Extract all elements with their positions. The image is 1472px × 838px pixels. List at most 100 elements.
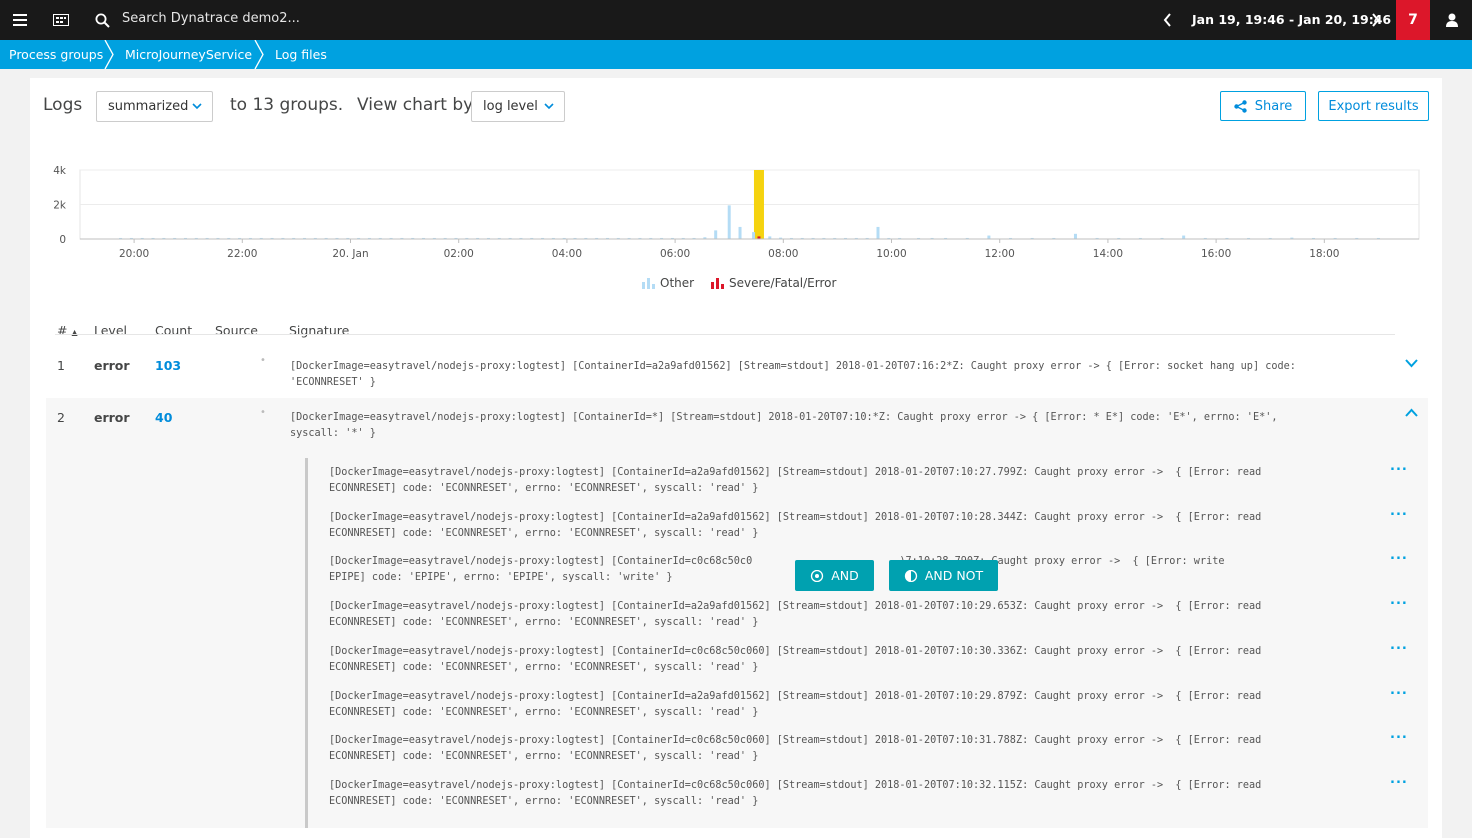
search-icon xyxy=(93,0,111,40)
log-entry[interactable]: [DockerImage=easytravel/nodejs-proxy:log… xyxy=(329,778,1369,810)
and-not-filter-button[interactable]: AND NOT xyxy=(889,560,998,591)
and-filter-button[interactable]: AND xyxy=(795,560,874,591)
row-count-link[interactable]: 40 xyxy=(155,410,172,425)
problems-badge[interactable]: 7 xyxy=(1396,0,1430,40)
logs-label: Logs xyxy=(43,95,83,115)
menu-icon[interactable] xyxy=(10,0,30,40)
highlight-bar[interactable] xyxy=(753,170,764,239)
bar-other[interactable] xyxy=(738,226,742,239)
eye-off-icon xyxy=(904,569,917,582)
row-level: error xyxy=(94,358,130,373)
bar-other[interactable] xyxy=(876,226,880,239)
bar-chart-icon xyxy=(711,277,724,289)
and-label: AND xyxy=(831,568,859,583)
log-entry-line: ECONNRESET] code: 'ECONNRESET', errno: '… xyxy=(329,617,759,629)
x-tick-label: 20:00 xyxy=(119,248,149,260)
log-entry[interactable]: [DockerImage=easytravel/nodejs-proxy:log… xyxy=(329,689,1369,721)
log-entry-line: [DockerImage=easytravel/nodejs-proxy:log… xyxy=(329,735,1262,747)
bar-other[interactable] xyxy=(752,232,756,239)
legend-other[interactable]: Other xyxy=(642,276,694,290)
search-input[interactable]: Search Dynatrace demo2... xyxy=(122,11,300,26)
log-entry-line: ECONNRESET] code: 'ECONNRESET', errno: '… xyxy=(329,706,759,718)
col-header-count[interactable]: Count xyxy=(155,323,192,338)
x-tick-label: 02:00 xyxy=(444,248,474,260)
x-tick-label: 18:00 xyxy=(1309,248,1339,260)
bar-other[interactable] xyxy=(714,230,718,239)
signature-line: [DockerImage=easytravel/nodejs-proxy:log… xyxy=(290,412,1278,423)
more-options-icon[interactable]: ... xyxy=(1390,772,1408,787)
log-entry[interactable]: [DockerImage=easytravel/nodejs-proxy:log… xyxy=(329,644,1369,676)
log-entry[interactable]: [DockerImage=easytravel/nodejs-proxy:log… xyxy=(329,599,1369,631)
view-by-label: View chart by xyxy=(357,95,474,115)
header-divider xyxy=(55,334,1395,335)
col-header-level[interactable]: Level xyxy=(94,323,127,338)
col-header-source[interactable]: Source xyxy=(215,323,258,338)
expand-chevron-icon[interactable] xyxy=(1405,359,1418,368)
bar-other[interactable] xyxy=(1073,233,1077,239)
more-options-icon[interactable]: ... xyxy=(1390,727,1408,742)
eye-icon xyxy=(811,569,824,582)
legend-label: Other xyxy=(660,276,695,290)
log-entry-line: [DockerImage=easytravel/nodejs-proxy:log… xyxy=(329,690,1262,702)
col-header-signature[interactable]: Signature xyxy=(289,323,349,338)
bar-other[interactable] xyxy=(1182,235,1186,239)
log-entry-line: ECONNRESET] code: 'ECONNRESET', errno: '… xyxy=(329,483,759,494)
log-entry-line: [DockerImage=easytravel/nodejs-proxy:log… xyxy=(329,601,1262,613)
chevron-down-icon xyxy=(544,103,554,110)
more-options-icon[interactable]: ... xyxy=(1390,548,1408,563)
log-entry-line: ECONNRESET] code: 'ECONNRESET', errno: '… xyxy=(329,661,759,673)
chevron-down-icon xyxy=(192,103,202,110)
chevron-right-icon[interactable] xyxy=(1367,0,1383,40)
export-results-button[interactable]: Export results xyxy=(1318,91,1429,121)
col-header-num[interactable]: # ▲ xyxy=(57,323,78,338)
log-entry-line: [DockerImage=easytravel/nodejs-proxy:log… xyxy=(329,779,1262,791)
user-icon[interactable] xyxy=(1442,0,1462,40)
more-options-icon[interactable]: ... xyxy=(1390,683,1408,698)
export-label: Export results xyxy=(1328,98,1419,114)
legend-severe[interactable]: Severe/Fatal/Error xyxy=(711,276,836,290)
breadcrumb-microjourneyservice[interactable]: MicroJourneyService xyxy=(125,47,252,62)
bar-other[interactable] xyxy=(727,205,731,239)
log-entry[interactable]: [DockerImage=easytravel/nodejs-proxy:log… xyxy=(329,465,1369,497)
timeframe-selector[interactable]: Jan 19, 19:46 - Jan 20, 19:46 xyxy=(1192,12,1391,27)
x-tick-label: 20. Jan xyxy=(332,248,368,260)
log-entry-line: ECONNRESET] code: 'ECONNRESET', errno: '… xyxy=(329,751,759,763)
y-tick-label: 4k xyxy=(53,165,67,177)
y-tick-label: 2k xyxy=(53,200,67,212)
y-tick-label: 0 xyxy=(59,234,66,246)
more-options-icon[interactable]: ... xyxy=(1390,638,1408,653)
share-label: Share xyxy=(1254,98,1293,114)
chevron-left-icon[interactable] xyxy=(1159,0,1175,40)
breadcrumb-log-files: Log files xyxy=(275,47,327,62)
log-entry[interactable]: [DockerImage=easytravel/nodejs-proxy:log… xyxy=(329,733,1369,765)
breadcrumb-separator xyxy=(254,40,264,69)
log-entry[interactable]: [DockerImage=easytravel/nodejs-proxy:log… xyxy=(329,510,1369,542)
row-count-link[interactable]: 103 xyxy=(155,358,181,373)
log-entry-line: ECONNRESET] code: 'ECONNRESET', errno: '… xyxy=(329,527,759,539)
breadcrumb-process-groups[interactable]: Process groups xyxy=(9,47,103,62)
sort-asc-icon: ▲ xyxy=(71,328,78,337)
signature-line: [DockerImage=easytravel/nodejs-proxy:log… xyxy=(290,361,1296,372)
collapse-chevron-icon[interactable] xyxy=(1405,408,1418,417)
log-entry-line: ECONNRESET] code: 'ECONNRESET', errno: '… xyxy=(329,795,759,807)
row-num: 1 xyxy=(57,358,65,373)
more-options-icon[interactable]: ... xyxy=(1390,593,1408,608)
bar-other[interactable] xyxy=(987,235,991,239)
signature-line: syscall: '*' } xyxy=(290,428,376,439)
more-options-icon[interactable]: ... xyxy=(1390,504,1408,519)
mode-select[interactable]: summarized xyxy=(96,91,213,122)
view-by-select[interactable]: log level xyxy=(471,91,565,122)
x-tick-label: 08:00 xyxy=(768,248,798,260)
log-entry-line: [DockerImage=easytravel/nodejs-proxy:log… xyxy=(329,511,1262,523)
share-button[interactable]: Share xyxy=(1220,91,1306,121)
row-level: error xyxy=(94,410,130,425)
bar-chart-icon xyxy=(642,277,655,289)
dashboard-icon[interactable] xyxy=(52,0,70,40)
col-header-label: # xyxy=(57,323,68,338)
signature-line: 'ECONNRESET' } xyxy=(290,377,376,388)
x-tick-label: 06:00 xyxy=(660,248,690,260)
breadcrumb: Process groups MicroJourneyService Log f… xyxy=(0,40,1472,69)
legend-label: Severe/Fatal/Error xyxy=(729,276,837,290)
more-options-icon[interactable]: ... xyxy=(1390,459,1408,474)
x-tick-label: 04:00 xyxy=(552,248,582,260)
